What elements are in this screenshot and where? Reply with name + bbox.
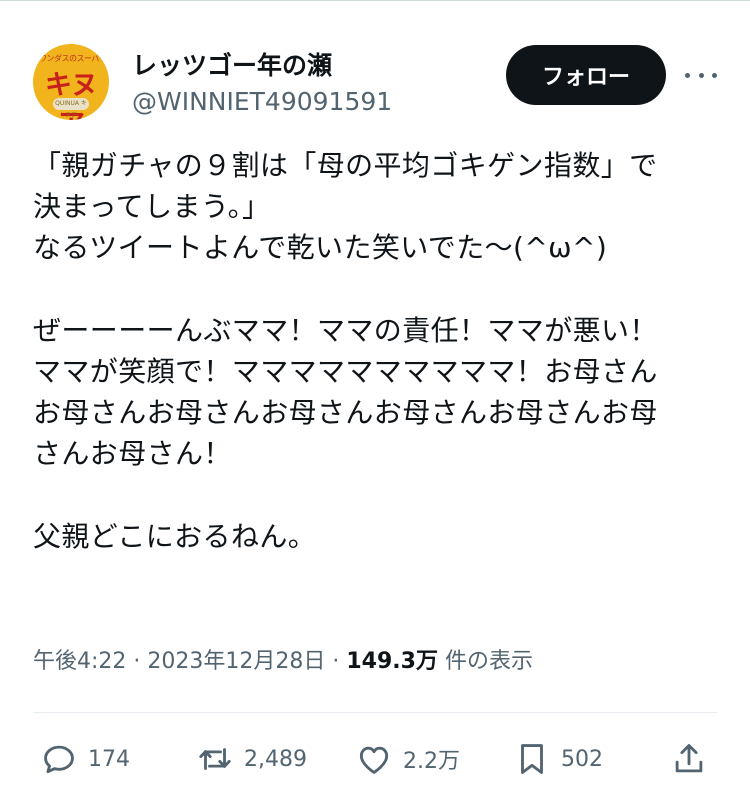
- tweet-date[interactable]: 2023年12月28日: [147, 649, 325, 674]
- tweet-text: 「親ガチャの９割は「母の平均ゴキゲン指数」で 決まってしまう。」 なるツイートよ…: [33, 149, 658, 553]
- author-display-name[interactable]: レッツゴー年の瀬: [132, 46, 332, 82]
- author-handle[interactable]: @WINNIET49091591: [132, 87, 392, 116]
- reply-button[interactable]: 174: [40, 739, 130, 779]
- tweet-card: ワンダスのスーパーマーケット キヌア QUINUA キヌア レッツゴー年の瀬 @…: [0, 0, 750, 802]
- divider: [33, 712, 717, 713]
- retweet-icon: [199, 748, 231, 770]
- tweet-meta: 午後4:22 · 2023年12月28日 · 149.3万 件の表示: [33, 643, 533, 675]
- reply-count: 174: [88, 746, 130, 772]
- views-count[interactable]: 149.3万: [346, 649, 438, 674]
- share-icon: [675, 744, 703, 773]
- bookmark-button[interactable]: 502: [513, 739, 603, 779]
- like-button[interactable]: 2.2万: [355, 739, 460, 779]
- reply-icon: [44, 745, 74, 774]
- tweet-time[interactable]: 午後4:22: [33, 649, 126, 674]
- retweet-button[interactable]: 2,489: [196, 739, 307, 779]
- meta-separator: ·: [126, 649, 148, 674]
- bookmark-icon: [521, 744, 543, 774]
- bookmark-count: 502: [561, 746, 603, 772]
- avatar-sub-text: QUINUA キヌア: [53, 98, 89, 119]
- share-button[interactable]: [670, 739, 718, 779]
- meta-separator: ·: [325, 649, 347, 674]
- views-label: 件の表示: [437, 649, 533, 674]
- follow-button[interactable]: フォロー: [506, 45, 666, 105]
- like-count: 2.2万: [403, 749, 460, 774]
- more-options-icon[interactable]: [685, 65, 717, 85]
- avatar[interactable]: ワンダスのスーパーマーケット キヌア QUINUA キヌア: [33, 44, 109, 120]
- heart-icon: [359, 746, 389, 774]
- retweet-count: 2,489: [244, 746, 307, 772]
